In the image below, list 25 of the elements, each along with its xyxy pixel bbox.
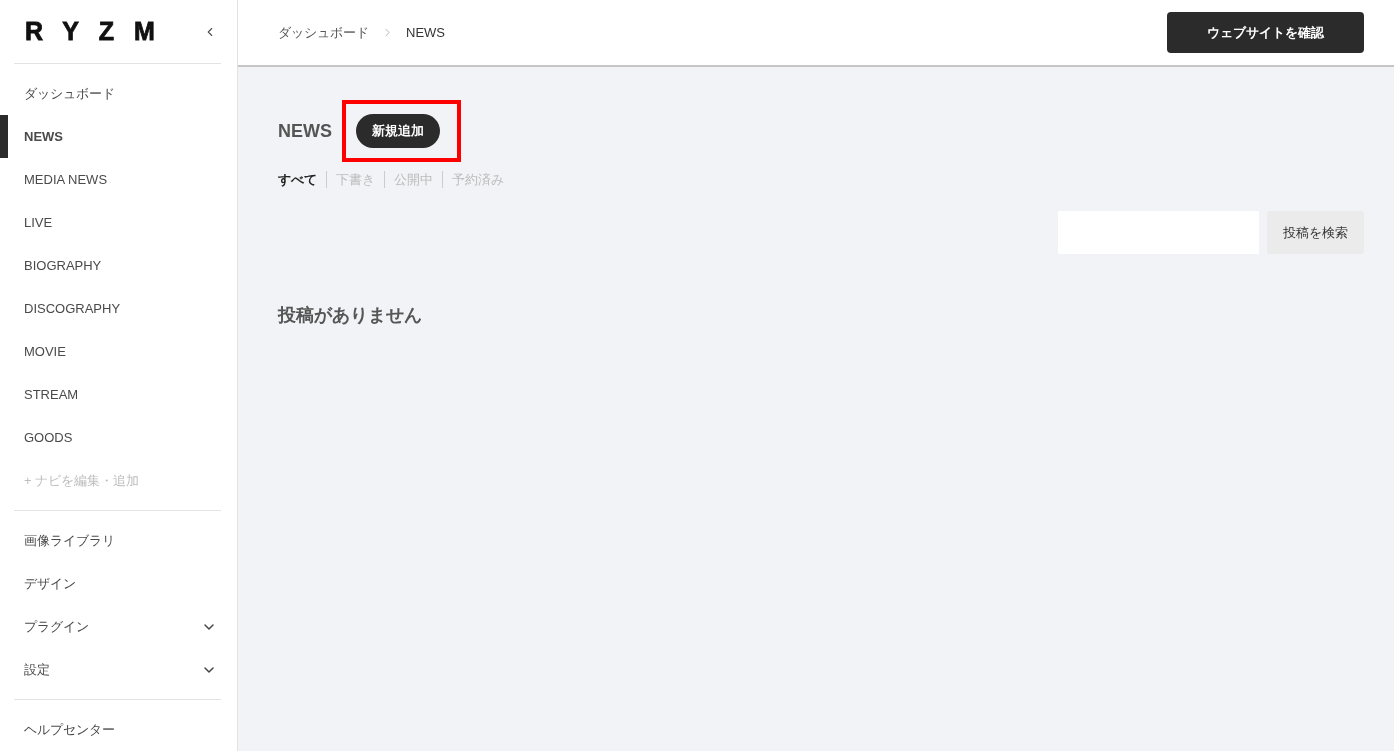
nav-item[interactable]: STREAM [0,373,237,416]
nav-item[interactable]: NEWS [0,115,237,158]
help-center-link[interactable]: ヘルプセンター [0,708,237,751]
nav-group-label: プラグイン [24,617,89,636]
filter-tab[interactable]: すべて [278,171,326,188]
nav-item[interactable]: 画像ライブラリ [0,519,237,562]
view-website-button[interactable]: ウェブサイトを確認 [1167,12,1364,53]
nav-item[interactable]: MOVIE [0,330,237,373]
nav-item[interactable]: DISCOGRAPHY [0,287,237,330]
page-title: NEWS [278,120,332,142]
nav-item[interactable]: MEDIA NEWS [0,158,237,201]
nav-item[interactable]: デザイン [0,562,237,605]
empty-message: 投稿がありません [278,304,422,327]
nav-item[interactable]: ダッシュボード [0,72,237,115]
nav-item[interactable]: LIVE [0,201,237,244]
nav-group[interactable]: 設定 [0,648,237,691]
nav-item[interactable]: GOODS [0,416,237,459]
logo: RYZM [25,19,175,44]
search-button[interactable]: 投稿を検索 [1267,211,1364,254]
add-new-button[interactable]: 新規追加 [356,114,440,148]
nav-group[interactable]: プラグイン [0,605,237,648]
nav-item[interactable]: BIOGRAPHY [0,244,237,287]
breadcrumb-link[interactable]: NEWS [406,25,445,40]
nav-group-label: 設定 [24,660,50,679]
breadcrumb-link[interactable]: ダッシュボード [278,23,369,42]
